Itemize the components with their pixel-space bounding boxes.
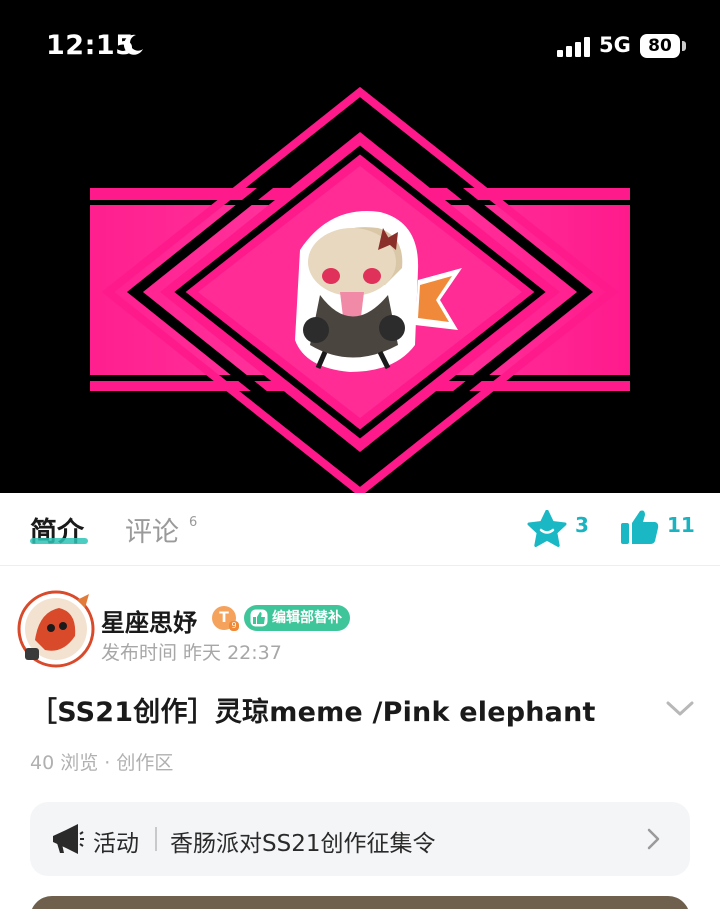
author-avatar[interactable] xyxy=(17,590,95,668)
post-time: 发布时间 昨天 22:37 xyxy=(101,642,282,664)
role-label: 编辑部替补 xyxy=(272,610,342,626)
next-media-preview xyxy=(30,896,690,909)
tab-comments[interactable]: 评论 xyxy=(125,510,179,549)
like-thumb-icon[interactable] xyxy=(620,508,660,546)
thumb-badge-icon xyxy=(250,609,268,627)
post-stats: 40 浏览 · 创作区 xyxy=(30,752,174,774)
tab-bar: 简介 评论 6 3 11 xyxy=(0,493,720,566)
favorite-star-icon[interactable] xyxy=(527,510,567,548)
activity-label: 活动 xyxy=(93,831,139,857)
like-count: 11 xyxy=(667,513,695,537)
battery-tip xyxy=(682,41,686,51)
activity-name: 香肠派对SS21创作征集令 xyxy=(170,831,436,857)
role-badge: 编辑部替补 xyxy=(244,605,350,631)
comments-count: 6 xyxy=(189,515,198,530)
chevron-down-icon[interactable] xyxy=(666,700,694,718)
active-tab-indicator xyxy=(30,538,88,544)
video-player[interactable]: 12:15 5G 80 xyxy=(0,0,720,493)
moon-icon xyxy=(123,34,143,55)
activity-card[interactable]: 活动 香肠派对SS21创作征集令 xyxy=(30,802,690,876)
author-name[interactable]: 星座思妤 xyxy=(101,603,197,638)
signal-icon xyxy=(557,37,590,57)
network-type: 5G xyxy=(599,33,631,57)
megaphone-icon xyxy=(53,824,84,854)
battery-icon: 80 xyxy=(640,34,680,58)
status-bar: 12:15 5G 80 xyxy=(0,0,720,92)
favorite-count: 3 xyxy=(575,513,589,537)
level-number: 9 xyxy=(229,621,239,631)
post-title: ［SS21创作］灵琼meme /Pink elephant xyxy=(30,697,596,728)
chevron-right-icon xyxy=(647,828,660,850)
divider xyxy=(155,827,157,851)
